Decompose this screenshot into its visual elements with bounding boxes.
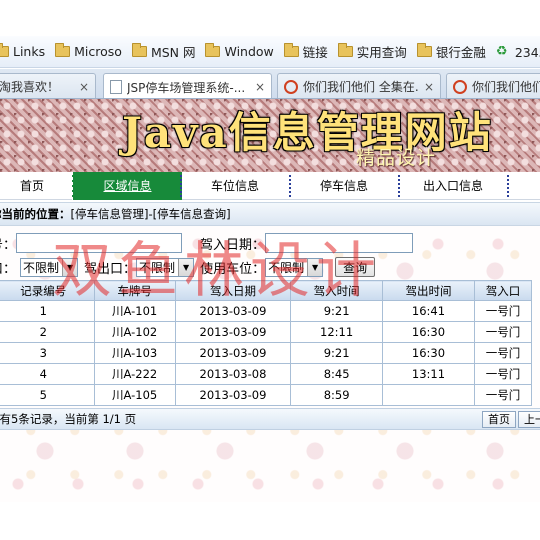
space-select[interactable]: 不限制 ▼ — [265, 257, 324, 277]
site-favicon-icon — [453, 79, 467, 94]
close-icon[interactable]: × — [255, 80, 265, 94]
chevron-down-icon: ▼ — [178, 258, 194, 276]
tab-nimen-2[interactable]: 你们我们他们 — [446, 73, 540, 98]
column-header: 驾出时间 — [382, 280, 475, 301]
table-row[interactable]: 3 川A-103 2013-03-09 9:21 16:30 一号门 — [0, 342, 533, 364]
site-favicon-icon — [284, 79, 298, 94]
favorite-bank-finance[interactable]: 银行金融 — [416, 42, 486, 61]
folder-icon — [337, 43, 353, 57]
plate-label: 车牌号： — [0, 237, 17, 253]
column-header: 车牌号 — [93, 280, 176, 301]
tab-nimen-1[interactable]: 你们我们他们 全集在... × — [277, 73, 441, 98]
first-page-button[interactable]: 首页 — [482, 411, 516, 428]
site-banner: Java信息管理网站 精品设计 — [0, 99, 540, 172]
exit-label: 驾出口： — [84, 261, 137, 277]
date-input[interactable] — [265, 233, 414, 253]
entrance-label: 驾入口： — [0, 261, 17, 277]
table-row[interactable]: 5 川A-105 2013-03-09 8:59 一号门 — [0, 384, 533, 406]
table-row[interactable]: 4 川A-222 2013-03-08 8:45 13:11 一号门 — [0, 363, 533, 385]
entrance-select[interactable]: 不限制 ▼ — [20, 257, 79, 277]
folder-icon — [205, 43, 221, 57]
favorite-practical-query[interactable]: 实用查询 — [337, 42, 407, 61]
query-button[interactable]: 查询 — [335, 257, 376, 277]
main-content: 车牌号： 驾入日期： 驾入口： 不限制▼ 驾出口： 不限制▼ 使用车位： 不限制… — [0, 226, 540, 502]
close-icon[interactable]: × — [79, 80, 89, 94]
favorite-links[interactable]: Links — [0, 43, 45, 59]
favorite-microsoft[interactable]: Microso — [55, 43, 122, 59]
folder-icon — [55, 43, 71, 57]
column-header: 驾入时间 — [290, 280, 384, 301]
search-row-2: 驾入口： 不限制▼ 驾出口： 不限制▼ 使用车位： 不限制▼ 查询 — [0, 256, 376, 278]
nav-area-info[interactable]: 区域信息 — [72, 172, 182, 200]
exit-select[interactable]: 不限制 ▼ — [136, 257, 195, 277]
page-icon — [110, 80, 122, 94]
site-logo-icon: ♻ — [495, 43, 508, 59]
search-row-1: 车牌号： 驾入日期： — [0, 232, 414, 254]
pagination-bar: 共有5条记录，当前第 1/1 页 首页 上一页 — [0, 408, 540, 430]
table-header-row: 记录编号 车牌号 驾入日期 驾入时间 驾出时间 驾入口 — [0, 280, 533, 301]
chevron-down-icon: ▼ — [307, 258, 323, 276]
nav-divider — [507, 175, 509, 197]
favorite-2345[interactable]: ♻2345导 — [496, 42, 540, 61]
favorites-bar: Links Microso MSN 网 Window 链接 实用查询 银行金融 … — [0, 36, 540, 68]
tab-taowo[interactable]: 淘我喜欢！ × — [0, 73, 96, 98]
nav-gate-info[interactable]: 出入口信息 — [400, 172, 506, 200]
folder-icon — [283, 43, 299, 57]
location-path: [停车信息管理]-[停车信息查询] — [70, 207, 231, 221]
column-header: 记录编号 — [0, 280, 95, 301]
date-label: 驾入日期： — [200, 237, 266, 253]
breadcrumb: 你当前的位置：[停车信息管理]-[停车信息查询] — [0, 202, 540, 226]
parking-table: 记录编号 车牌号 驾入日期 驾入时间 驾出时间 驾入口 1 川A-101 2013-… — [0, 280, 533, 406]
location-label: 你当前的位置： — [0, 207, 71, 221]
table-row[interactable]: 1 川A-101 2013-03-09 9:21 16:41 一号门 — [0, 300, 533, 322]
folder-icon — [0, 43, 9, 57]
record-summary: 共有5条记录，当前第 1/1 页 — [0, 412, 137, 426]
plate-input[interactable] — [16, 233, 183, 253]
folder-icon — [131, 43, 147, 57]
folder-icon — [416, 43, 432, 57]
favorite-links-cn[interactable]: 链接 — [283, 42, 328, 61]
favorite-windows[interactable]: Window — [205, 43, 274, 59]
nav-parking-info[interactable]: 停车信息 — [291, 172, 397, 200]
chevron-down-icon: ▼ — [62, 258, 78, 276]
favorite-msn[interactable]: MSN 网 — [131, 42, 195, 61]
column-header: 驾入口 — [473, 280, 533, 301]
banner-title: Java信息管理网站 — [122, 108, 493, 157]
nav-home[interactable]: 首页 — [0, 172, 72, 200]
prev-page-button[interactable]: 上一页 — [518, 411, 540, 428]
table-row[interactable]: 2 川A-102 2013-03-09 12:11 16:30 一号门 — [0, 321, 533, 343]
space-label: 使用车位： — [200, 261, 266, 277]
nav-space-info[interactable]: 车位信息 — [182, 172, 288, 200]
tab-parking-system[interactable]: JSP停车场管理系统-... × — [103, 73, 272, 98]
column-header: 驾入日期 — [174, 280, 292, 301]
tab-bar: 淘我喜欢！ × JSP停车场管理系统-... × 你们我们他们 全集在... ×… — [0, 69, 540, 99]
banner-subtitle: 精品设计 — [356, 147, 437, 169]
main-nav: 首页 区域信息 车位信息 停车信息 出入口信息 — [0, 172, 540, 200]
close-icon[interactable]: × — [424, 80, 434, 94]
